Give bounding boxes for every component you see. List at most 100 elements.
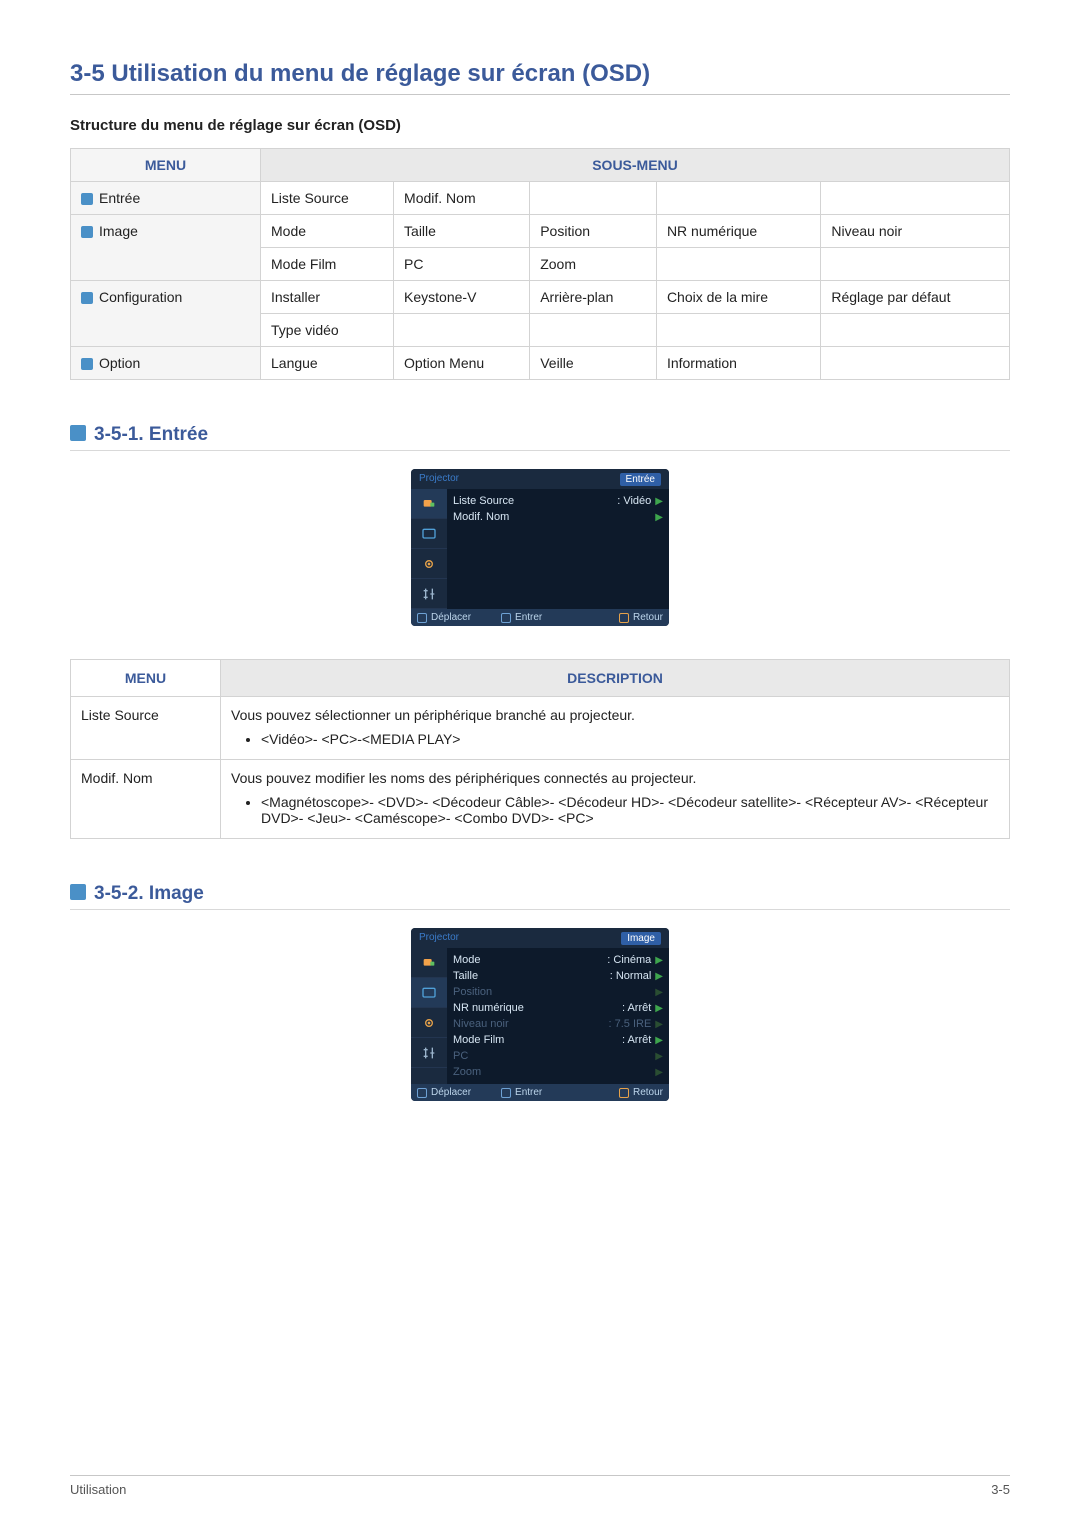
page-subtitle: Structure du menu de réglage sur écran (… <box>70 117 1010 134</box>
osd-item-row: Liste Source: Vidéo▶ <box>453 493 663 509</box>
desc-bullet: <Magnétoscope>- <DVD>- <Décodeur Câble>-… <box>261 794 999 826</box>
desc-text: Vous pouvez modifier les noms des périph… <box>231 770 696 786</box>
cell: Réglage par défaut <box>821 281 1010 314</box>
desc-row-text: Vous pouvez sélectionner un périphérique… <box>221 697 1010 760</box>
cell: Langue <box>261 347 394 380</box>
osd-nav-back: Retour <box>619 1087 663 1098</box>
osd-item-label: Taille <box>453 970 478 982</box>
osd-item-row: Mode Film : Arrêt ▶ <box>453 1032 663 1048</box>
cell <box>656 314 820 347</box>
configuration-icon <box>81 292 93 304</box>
osd-item-value: : Vidéo <box>617 495 651 507</box>
osd-tab-entree-icon <box>411 948 447 978</box>
section-image-title: 3-5-2. Image <box>94 883 204 904</box>
osd-item-value: : Arrêt <box>622 1034 651 1046</box>
back-icon <box>619 1088 629 1098</box>
cell: Arrière-plan <box>530 281 657 314</box>
cell <box>821 314 1010 347</box>
osd-item-row: Mode: Cinéma▶ <box>453 952 663 968</box>
osd-nav-enter: Entrer <box>501 612 542 623</box>
move-icon <box>417 1088 427 1098</box>
osd-tab-image-icon <box>411 519 447 549</box>
cell: Information <box>656 347 820 380</box>
osd-item-row: PC▶ <box>453 1048 663 1064</box>
osd-tab-strip <box>411 489 447 609</box>
cell: PC <box>394 248 530 281</box>
osd-item-row: Niveau noir : 7.5 IRE▶ <box>453 1016 663 1032</box>
osd-item-value: : 7.5 IRE <box>609 1018 652 1030</box>
cell: Keystone-V <box>394 281 530 314</box>
cell <box>656 182 820 215</box>
footer-right: 3-5 <box>991 1482 1010 1497</box>
enter-icon <box>501 1088 511 1098</box>
menu-entree: Entrée <box>71 182 261 215</box>
osd-structure-table: MENU SOUS-MENU Entrée Liste Source Modif… <box>70 148 1010 380</box>
section-entree-title: 3-5-1. Entrée <box>94 424 208 445</box>
cell: Niveau noir <box>821 215 1010 248</box>
cell: Option Menu <box>394 347 530 380</box>
osd-section-label: Entrée <box>620 473 661 486</box>
menu-image-label: Image <box>99 223 138 239</box>
osd-item-label: Niveau noir <box>453 1018 509 1030</box>
chevron-right-icon: ▶ <box>655 1051 663 1062</box>
page-footer: Utilisation 3-5 <box>70 1475 1010 1497</box>
cell <box>821 182 1010 215</box>
chevron-right-icon: ▶ <box>655 512 663 523</box>
osd-item-label: Zoom <box>453 1066 481 1078</box>
osd-tab-config-icon <box>411 1008 447 1038</box>
th-description: DESCRIPTION <box>221 660 1010 697</box>
osd-item-row: NR numérique : Arrêt ▶ <box>453 1000 663 1016</box>
page-title: 3-5 Utilisation du menu de réglage sur é… <box>70 60 1010 95</box>
osd-item-value: : Arrêt <box>622 1002 651 1014</box>
menu-entree-label: Entrée <box>99 190 140 206</box>
footer-left: Utilisation <box>70 1482 126 1497</box>
osd-image-screenshot: Projector Image Mode: Cinéma▶Taille: Nor… <box>411 928 669 1101</box>
cell: Position <box>530 215 657 248</box>
th-menu: MENU <box>71 149 261 182</box>
osd-item-label: Mode Film <box>453 1034 504 1046</box>
chevron-right-icon: ▶ <box>655 1019 663 1030</box>
cell: Mode Film <box>261 248 394 281</box>
entree-description-table: MENU DESCRIPTION Liste Source Vous pouve… <box>70 659 1010 839</box>
osd-tab-config-icon <box>411 549 447 579</box>
osd-nav-move: Déplacer <box>417 1087 471 1098</box>
cell: Type vidéo <box>261 314 394 347</box>
osd-item-label: Modif. Nom <box>453 511 509 523</box>
desc-row-text: Vous pouvez modifier les noms des périph… <box>221 760 1010 839</box>
section-entree-heading: 3-5-1. Entrée <box>70 424 1010 451</box>
cell: Liste Source <box>261 182 394 215</box>
menu-configuration-label: Configuration <box>99 289 182 305</box>
chevron-right-icon: ▶ <box>655 1003 663 1014</box>
osd-entree-screenshot: Projector Entrée Liste Source: Vidéo▶Mod… <box>411 469 669 626</box>
back-icon <box>619 613 629 623</box>
cell: NR numérique <box>656 215 820 248</box>
cell: Installer <box>261 281 394 314</box>
cell <box>821 347 1010 380</box>
osd-item-value: : Cinéma <box>607 954 651 966</box>
osd-tab-entree-icon <box>411 489 447 519</box>
enter-icon <box>501 613 511 623</box>
osd-item-label: NR numérique <box>453 1002 524 1014</box>
chevron-right-icon: ▶ <box>655 1035 663 1046</box>
osd-item-row: Taille: Normal▶ <box>453 968 663 984</box>
section-image-heading: 3-5-2. Image <box>70 883 1010 910</box>
chevron-right-icon: ▶ <box>655 1067 663 1078</box>
cell <box>656 248 820 281</box>
chevron-right-icon: ▶ <box>655 987 663 998</box>
desc-text: Vous pouvez sélectionner un périphérique… <box>231 707 635 723</box>
osd-nav-move: Déplacer <box>417 612 471 623</box>
menu-configuration: Configuration <box>71 281 261 347</box>
menu-option-label: Option <box>99 355 140 371</box>
option-icon <box>81 358 93 370</box>
cell: Mode <box>261 215 394 248</box>
image-icon <box>81 226 93 238</box>
osd-item-label: Position <box>453 986 492 998</box>
cell <box>821 248 1010 281</box>
osd-item-row: Position ▶ <box>453 984 663 1000</box>
th-menu: MENU <box>71 660 221 697</box>
cell: Modif. Nom <box>394 182 530 215</box>
desc-row-menu: Liste Source <box>71 697 221 760</box>
cell <box>394 314 530 347</box>
cell: Zoom <box>530 248 657 281</box>
osd-item-label: Mode <box>453 954 481 966</box>
